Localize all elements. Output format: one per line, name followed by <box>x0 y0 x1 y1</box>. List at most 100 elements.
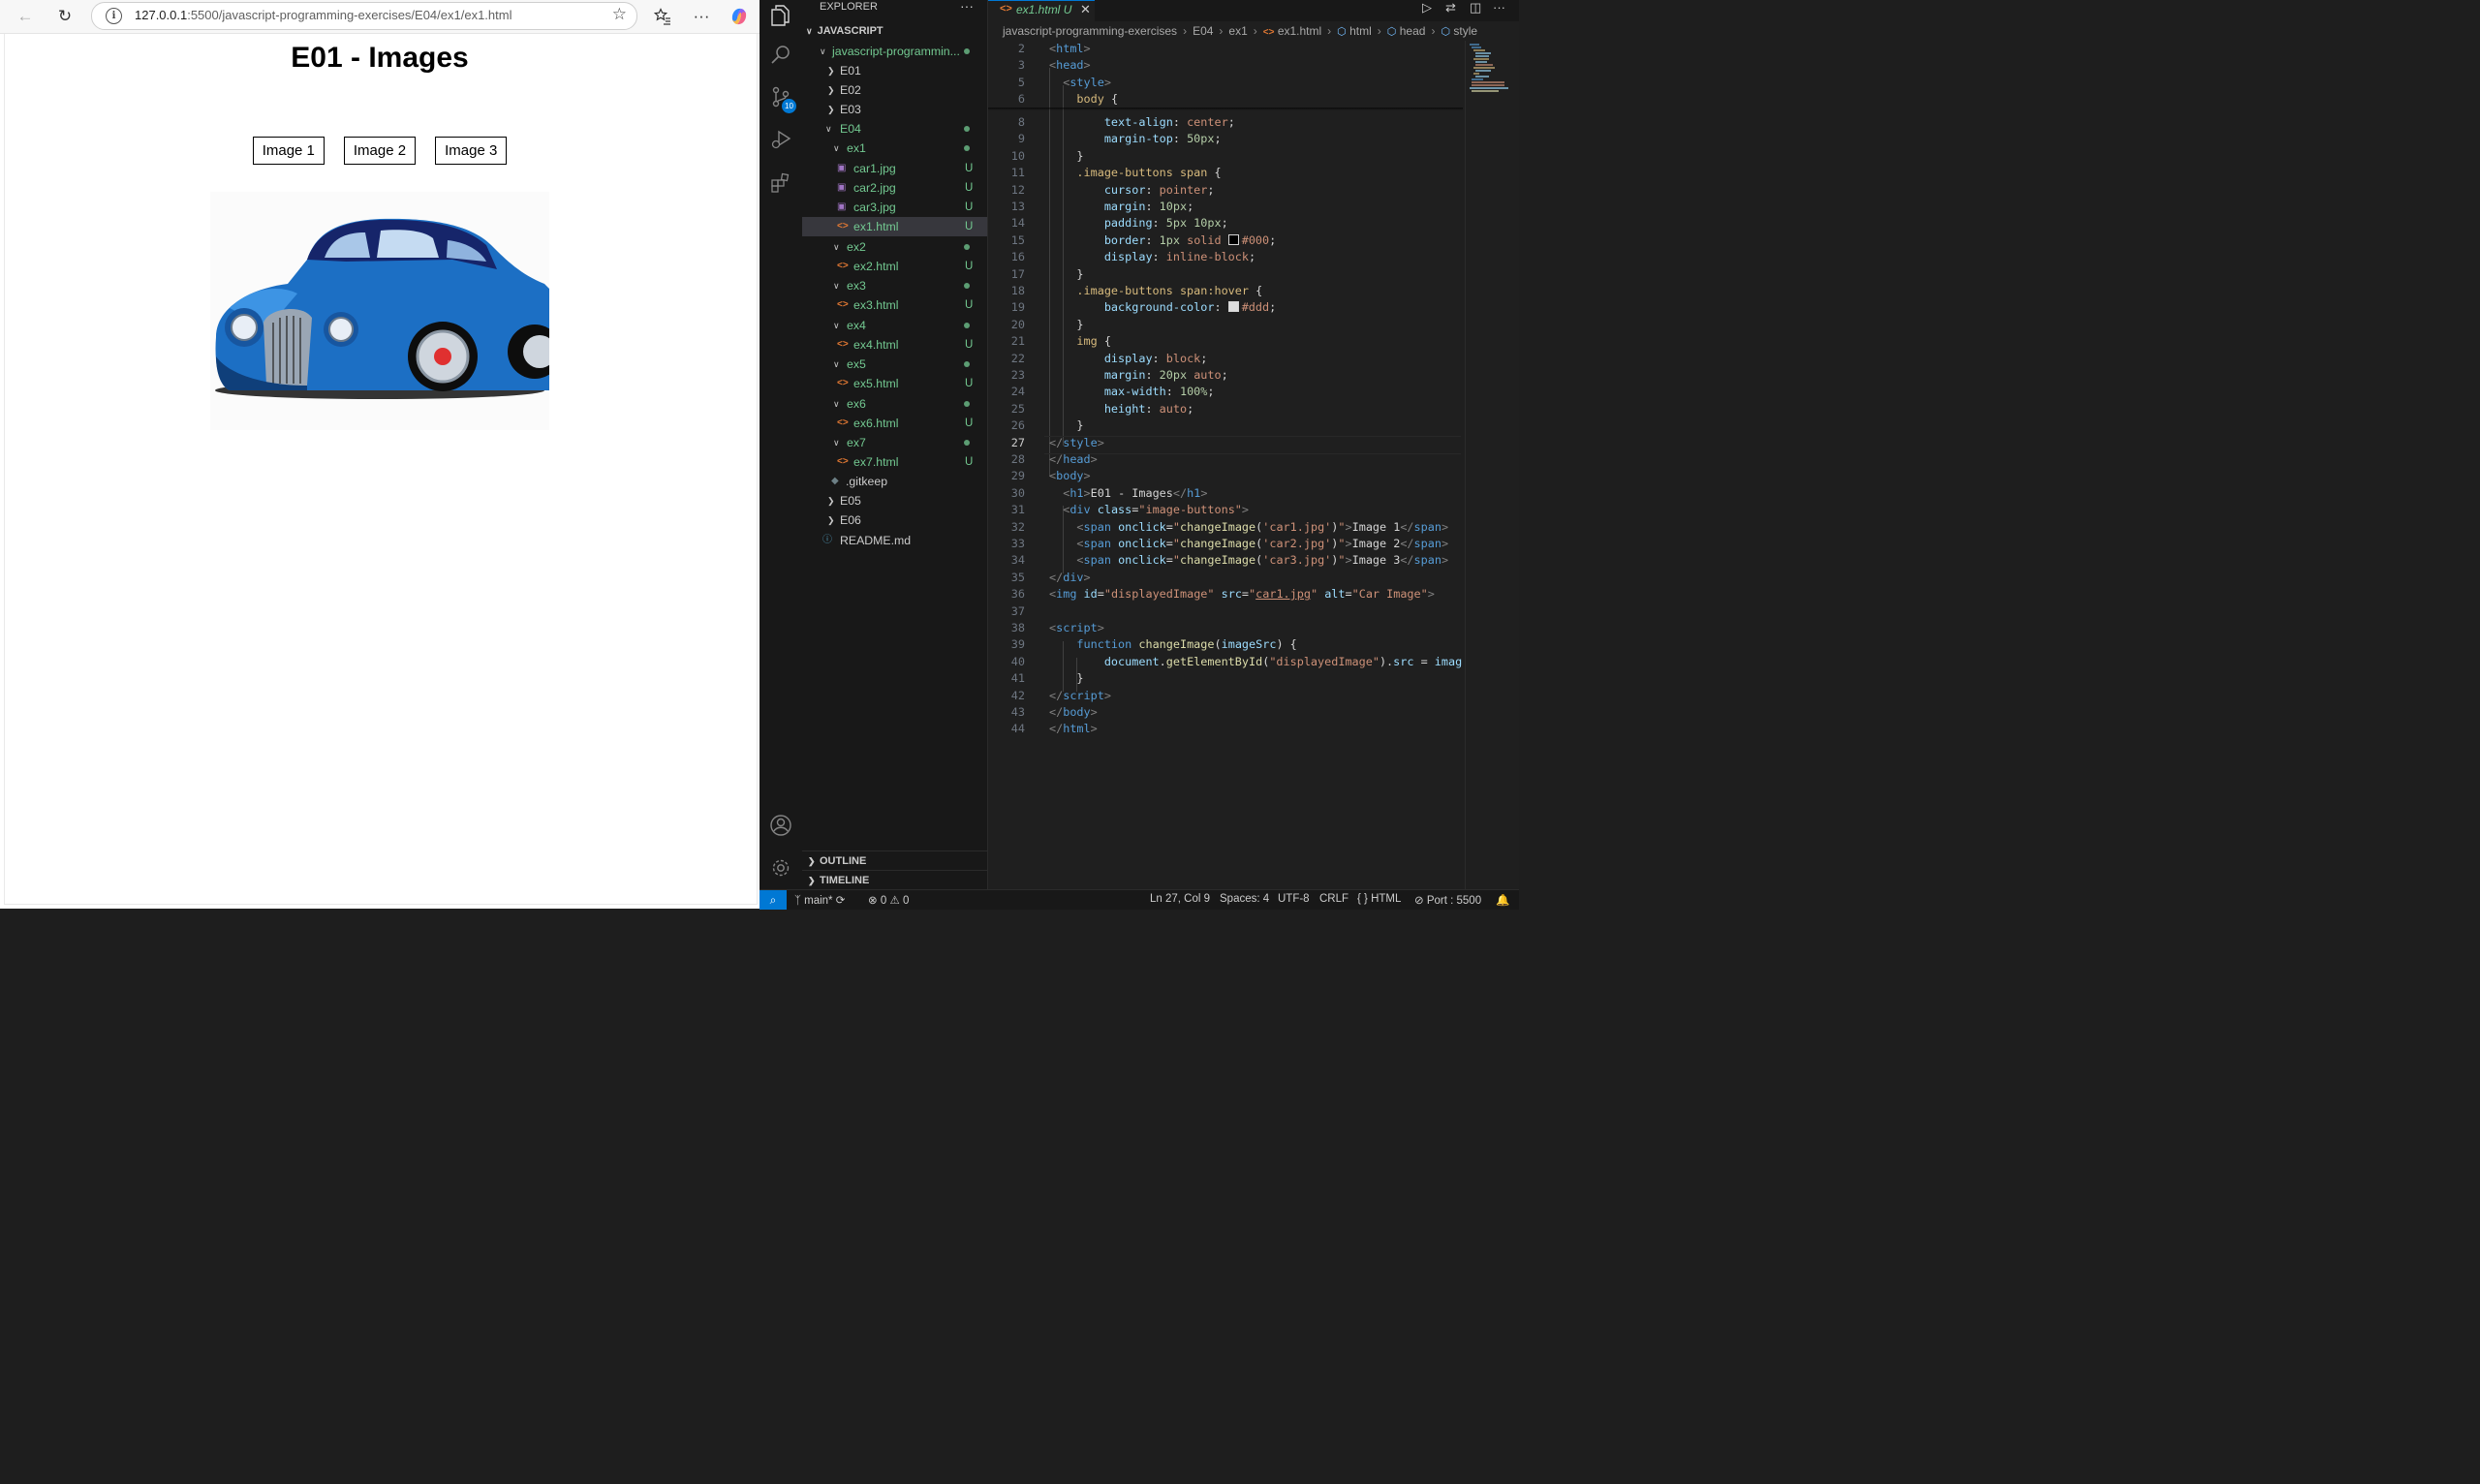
language-mode[interactable]: { } HTML <box>1357 893 1401 905</box>
tree-file-readme[interactable]: ⓘ README.md <box>802 531 987 550</box>
chevron-right-icon: › <box>1327 24 1332 38</box>
tree-folder-e03[interactable]: ❯ E03 <box>802 100 987 119</box>
extensions-icon[interactable] <box>765 167 796 198</box>
compare-changes-icon[interactable]: ⇄ <box>1445 0 1456 15</box>
chevron-down-icon: ∨ <box>833 143 840 153</box>
tree-file-ex5-html[interactable]: <> ex5.html U <box>802 374 987 393</box>
live-server-port[interactable]: ⊘ Port : 5500 <box>1414 893 1481 907</box>
tree-file-gitkeep[interactable]: ◆ .gitkeep <box>802 472 987 491</box>
breadcrumb-html[interactable]: html <box>1349 24 1372 38</box>
editor-more-icon[interactable]: ··· <box>1493 0 1505 15</box>
tree-folder-e05[interactable]: ❯ E05 <box>802 491 987 510</box>
run-debug-icon[interactable] <box>765 124 796 155</box>
branch-item[interactable]: ᛉ main* ⟳ <box>794 893 845 907</box>
color-swatch[interactable] <box>1227 233 1239 245</box>
search-icon[interactable] <box>765 39 796 70</box>
tab-status: U <box>1063 3 1072 16</box>
timeline-section[interactable]: ❯ TIMELINE <box>802 870 987 890</box>
tree-folder-ex7[interactable]: ∨ ex7 <box>802 433 987 452</box>
tree-folder-ex6[interactable]: ∨ ex6 <box>802 394 987 414</box>
color-swatch[interactable] <box>1227 301 1239 313</box>
address-host: 127.0.0.1 <box>135 8 188 22</box>
favorites-icon[interactable] <box>650 4 675 29</box>
tree-file-car3[interactable]: ▣ car3.jpg U <box>802 198 987 217</box>
workspace-section-header[interactable]: ∨ JAVASCRIPT <box>806 25 884 37</box>
tree-label: ex5 <box>847 357 866 371</box>
tree-file-ex7-html[interactable]: <> ex7.html U <box>802 452 987 472</box>
reload-icon[interactable]: ↻ <box>52 4 78 29</box>
indentation[interactable]: Spaces: 4 <box>1220 893 1269 905</box>
more-menu-icon[interactable]: ··· <box>689 4 714 29</box>
tree-file-ex4-html[interactable]: <> ex4.html U <box>802 335 987 355</box>
settings-gear-icon[interactable] <box>765 852 796 883</box>
back-icon[interactable]: ← <box>13 4 38 29</box>
explorer-icon[interactable] <box>765 0 796 31</box>
code-line: 18 .image-buttons span:hover { <box>988 283 1463 299</box>
breadcrumb-root[interactable]: javascript-programming-exercises <box>1003 24 1177 38</box>
breadcrumb-head[interactable]: head <box>1400 24 1426 38</box>
copilot-icon[interactable] <box>727 4 752 29</box>
tab-ex1-html[interactable]: <> ex1.html U ✕ <box>988 0 1095 22</box>
tree-label: ex4.html <box>853 338 899 352</box>
encoding[interactable]: UTF-8 <box>1278 893 1310 905</box>
tree-folder-root[interactable]: ∨ javascript-programmin... <box>802 42 987 61</box>
chevron-right-icon: ❯ <box>827 85 835 95</box>
timeline-title: TIMELINE <box>820 875 870 886</box>
line-number: 36 <box>1010 587 1025 602</box>
run-icon[interactable]: ▷ <box>1422 0 1432 15</box>
code-line: 12 cursor: pointer; <box>988 182 1463 199</box>
untracked-status: U <box>965 182 974 194</box>
explorer-more-icon[interactable]: ··· <box>960 0 974 14</box>
tree-label: ex3 <box>847 279 866 293</box>
tree-file-ex3-html[interactable]: <> ex3.html U <box>802 295 987 315</box>
tree-file-ex6-html[interactable]: <> ex6.html U <box>802 414 987 433</box>
breadcrumb-file[interactable]: ex1.html <box>1278 24 1321 38</box>
tree-file-car2[interactable]: ▣ car2.jpg U <box>802 178 987 198</box>
problems-item[interactable]: ⊗ 0 ⚠ 0 <box>868 893 909 907</box>
tree-folder-e04[interactable]: ∨ E04 <box>802 119 987 139</box>
line-number: 19 <box>1010 300 1025 315</box>
line-ending[interactable]: CRLF <box>1319 893 1348 905</box>
code-line: 9 margin-top: 50px; <box>988 131 1463 147</box>
address-text[interactable]: 127.0.0.1:5500/javascript-programming-ex… <box>135 8 512 22</box>
split-editor-icon[interactable]: ◫ <box>1470 0 1481 15</box>
info-file-icon: ⓘ <box>822 535 832 545</box>
close-tab-icon[interactable]: ✕ <box>1080 2 1091 17</box>
tree-folder-ex1[interactable]: ∨ ex1 <box>802 139 987 158</box>
tree-file-ex1-html[interactable]: <> ex1.html U <box>802 217 987 236</box>
cursor-position[interactable]: Ln 27, Col 9 <box>1150 893 1210 905</box>
line-number: 10 <box>1010 148 1025 163</box>
line-number: 24 <box>1010 385 1025 399</box>
code-line: 11 .image-buttons span { <box>988 165 1463 181</box>
tree-file-car1[interactable]: ▣ car1.jpg U <box>802 159 987 178</box>
image-2-button[interactable]: Image 2 <box>343 137 417 165</box>
tree-folder-e01[interactable]: ❯ E01 <box>802 61 987 80</box>
account-icon[interactable] <box>765 810 796 841</box>
line-number: 6 <box>1017 92 1025 107</box>
image-1-button[interactable]: Image 1 <box>252 137 325 165</box>
breadcrumb-ex1[interactable]: ex1 <box>1228 24 1247 38</box>
tree-folder-ex3[interactable]: ∨ ex3 <box>802 276 987 295</box>
tree-folder-ex4[interactable]: ∨ ex4 <box>802 316 987 335</box>
tree-file-ex2-html[interactable]: <> ex2.html U <box>802 257 987 276</box>
image-3-button[interactable]: Image 3 <box>435 137 508 165</box>
address-bar[interactable]: i 127.0.0.1:5500/javascript-programming-… <box>91 2 637 30</box>
favorite-star-icon[interactable]: ☆ <box>612 5 627 24</box>
untracked-status: U <box>965 163 974 174</box>
code-line: 27 </style> <box>988 435 1463 451</box>
code-area[interactable]: 2 <html> 3 <head> 5 <style> 6 body { 8 tex… <box>988 41 1463 757</box>
outline-section[interactable]: ❯ OUTLINE <box>802 850 987 871</box>
notifications-bell-icon[interactable]: 🔔 <box>1496 893 1509 907</box>
line-number: 17 <box>1010 266 1025 281</box>
breadcrumb-style[interactable]: style <box>1453 24 1477 38</box>
line-number: 23 <box>1010 368 1025 382</box>
tree-folder-e02[interactable]: ❯ E02 <box>802 80 987 100</box>
line-number: 15 <box>1010 232 1025 247</box>
remote-icon[interactable]: ⌕ <box>760 890 787 910</box>
site-info-icon[interactable]: i <box>106 8 122 24</box>
tree-folder-ex2[interactable]: ∨ ex2 <box>802 237 987 257</box>
tree-folder-ex5[interactable]: ∨ ex5 <box>802 355 987 374</box>
breadcrumb-e04[interactable]: E04 <box>1193 24 1213 38</box>
minimap[interactable] <box>1465 41 1520 889</box>
tree-folder-e06[interactable]: ❯ E06 <box>802 510 987 530</box>
